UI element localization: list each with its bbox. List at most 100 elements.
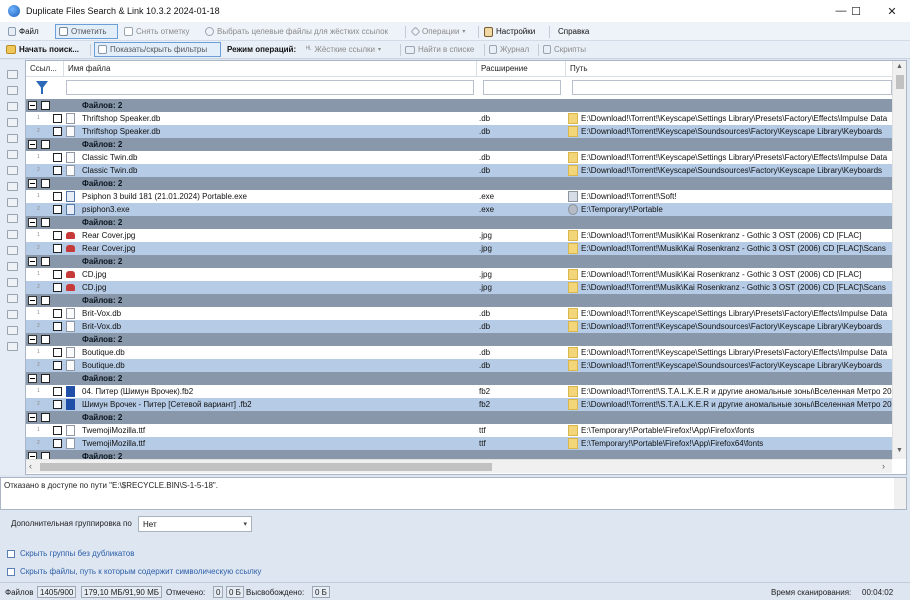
- hide-groups-option[interactable]: Скрыть группы без дубликатов: [7, 549, 134, 558]
- row-checkbox[interactable]: [53, 387, 62, 396]
- row-checkbox[interactable]: [53, 127, 62, 136]
- sort-icon[interactable]: [7, 294, 18, 303]
- scroll-left-icon[interactable]: ‹: [29, 461, 32, 471]
- journal-button[interactable]: Журнал: [486, 42, 532, 57]
- group-row[interactable]: Файлов: 2: [26, 216, 892, 229]
- group-checkbox[interactable]: [41, 140, 50, 149]
- collapse-icon[interactable]: [28, 101, 37, 110]
- sort-icon[interactable]: [7, 278, 18, 287]
- sort-icon[interactable]: [7, 326, 18, 335]
- table-row[interactable]: 1 TwemojiMozilla.ttf ttf E:\Temporary!\Port…: [26, 424, 892, 437]
- settings-menu[interactable]: Настройки: [481, 24, 538, 39]
- horizontal-scrollbar[interactable]: ‹ ›: [26, 459, 892, 473]
- collapse-icon[interactable]: [28, 179, 37, 188]
- table-row[interactable]: 1 Boutique.db .db E:\Download!\Torrent!\Key…: [26, 346, 892, 359]
- table-row[interactable]: 1 Brit-Vox.db .db E:\Download!\Torrent!\Key…: [26, 307, 892, 320]
- row-checkbox[interactable]: [53, 270, 62, 279]
- toggle-filters-button[interactable]: Показать/скрыть фильтры: [94, 42, 221, 57]
- copy-icon[interactable]: [7, 102, 18, 111]
- row-checkbox[interactable]: [53, 400, 62, 409]
- table-row[interactable]: 2 Brit-Vox.db .db E:\Download!\Torrent!\Key…: [26, 320, 892, 333]
- group-row[interactable]: Файлов: 2: [26, 294, 892, 307]
- sort-icon[interactable]: [7, 342, 18, 351]
- refresh-icon[interactable]: [7, 214, 18, 223]
- hide-symlinks-checkbox[interactable]: [7, 567, 15, 576]
- menu-file[interactable]: Файл: [5, 24, 42, 39]
- unmark-button[interactable]: Снять отметку: [121, 24, 192, 39]
- group-checkbox[interactable]: [41, 296, 50, 305]
- collapse-icon[interactable]: [28, 140, 37, 149]
- link-icon[interactable]: [7, 230, 18, 239]
- filter-icon[interactable]: [36, 81, 48, 94]
- hide-symlinks-label[interactable]: Скрыть файлы, путь к которым содержит си…: [20, 567, 261, 576]
- help-menu[interactable]: Справка: [555, 24, 592, 39]
- grid-icon[interactable]: [7, 134, 18, 143]
- row-checkbox[interactable]: [53, 166, 62, 175]
- hide-groups-label[interactable]: Скрыть группы без дубликатов: [20, 549, 134, 558]
- group-row[interactable]: Файлов: 2: [26, 99, 892, 112]
- table-row[interactable]: 1 Classic Twin.db .db E:\Download!\Torrent!…: [26, 151, 892, 164]
- row-checkbox[interactable]: [53, 361, 62, 370]
- hide-groups-checkbox[interactable]: [7, 549, 15, 558]
- collapse-icon[interactable]: [28, 218, 37, 227]
- row-checkbox[interactable]: [53, 426, 62, 435]
- scroll-down-icon[interactable]: ▼: [896, 447, 903, 454]
- group-checkbox[interactable]: [41, 335, 50, 344]
- find-in-list-button[interactable]: Найти в списке: [402, 42, 477, 57]
- group-row[interactable]: Файлов: 2: [26, 411, 892, 424]
- sort-icon[interactable]: [7, 262, 18, 271]
- collapse-icon[interactable]: [28, 374, 37, 383]
- row-checkbox[interactable]: [53, 192, 62, 201]
- delete-icon[interactable]: [7, 182, 18, 191]
- message-scrollbar[interactable]: [894, 478, 906, 509]
- copy-icon[interactable]: [7, 86, 18, 95]
- table-row[interactable]: 2 CD.jpg .jpg E:\Download!\Torrent!\Musik\K…: [26, 281, 892, 294]
- column-header-links[interactable]: Ссыл...: [26, 61, 64, 77]
- operations-menu[interactable]: Операции ▾: [409, 24, 468, 39]
- table-row[interactable]: 1 04. Питер (Шимун Врочек).fb2 fb2 E:\Downl…: [26, 385, 892, 398]
- row-checkbox[interactable]: [53, 231, 62, 240]
- group-row[interactable]: Файлов: 2: [26, 255, 892, 268]
- group-row[interactable]: Файлов: 2: [26, 333, 892, 346]
- collapse-icon[interactable]: [28, 257, 37, 266]
- table-row[interactable]: 2 Thriftshop Speaker.db .db E:\Download!\To…: [26, 125, 892, 138]
- select-targets-button[interactable]: Выбрать целевые файлы для жёстких ссылок: [202, 24, 391, 39]
- grouping-select[interactable]: Нет ▾: [138, 516, 252, 532]
- table-row[interactable]: 2 psiphon3.exe .exe E:\Temporary!\Portable: [26, 203, 892, 216]
- table-row[interactable]: 2 TwemojiMozilla.ttf ttf E:\Temporary!\Port…: [26, 437, 892, 450]
- table-row[interactable]: 1 Psiphon 3 build 181 (21.01.2024) Portab…: [26, 190, 892, 203]
- mark-button[interactable]: Отметить: [55, 24, 118, 39]
- group-checkbox[interactable]: [41, 413, 50, 422]
- message-box[interactable]: Отказано в доступе по пути "E:\$RECYCLE.…: [0, 477, 907, 510]
- path-filter-input[interactable]: [572, 80, 892, 95]
- sort-icon[interactable]: [7, 310, 18, 319]
- row-checkbox[interactable]: [53, 244, 62, 253]
- row-checkbox[interactable]: [53, 283, 62, 292]
- filename-filter-input[interactable]: [66, 80, 474, 95]
- column-header-path[interactable]: Путь: [566, 61, 892, 77]
- scroll-up-icon[interactable]: ▲: [896, 63, 903, 70]
- group-row[interactable]: Файлов: 2: [26, 138, 892, 151]
- table-row[interactable]: 2 Boutique.db .db E:\Download!\Torrent!\Key…: [26, 359, 892, 372]
- table-row[interactable]: 2 Шимун Врочек - Питер [Сетевой вариант] …: [26, 398, 892, 411]
- close-button[interactable]: ✕: [874, 0, 910, 22]
- row-checkbox[interactable]: [53, 153, 62, 162]
- table-row[interactable]: 1 Rear Cover.jpg .jpg E:\Download!\Torrent!…: [26, 229, 892, 242]
- collapse-icon[interactable]: [28, 413, 37, 422]
- move-icon[interactable]: [7, 198, 18, 207]
- hide-symlinks-option[interactable]: Скрыть файлы, путь к которым содержит си…: [7, 567, 261, 576]
- row-checkbox[interactable]: [53, 309, 62, 318]
- hard-links-dropdown[interactable]: ᴴᴸ Жёсткие ссылки ▾: [303, 42, 384, 57]
- group-checkbox[interactable]: [41, 218, 50, 227]
- extension-filter-input[interactable]: [483, 80, 561, 95]
- folder-icon[interactable]: [7, 246, 18, 255]
- mark-icon[interactable]: [7, 118, 18, 127]
- table-row[interactable]: 2 Rear Cover.jpg .jpg E:\Download!\Torrent!…: [26, 242, 892, 255]
- scroll-thumb[interactable]: [896, 75, 904, 89]
- collapse-icon[interactable]: [28, 335, 37, 344]
- row-checkbox[interactable]: [53, 205, 62, 214]
- scroll-right-icon[interactable]: ›: [882, 461, 885, 471]
- grid-icon[interactable]: [7, 166, 18, 175]
- table-row[interactable]: 1 CD.jpg .jpg E:\Download!\Torrent!\Musik\K…: [26, 268, 892, 281]
- grid-icon[interactable]: [7, 150, 18, 159]
